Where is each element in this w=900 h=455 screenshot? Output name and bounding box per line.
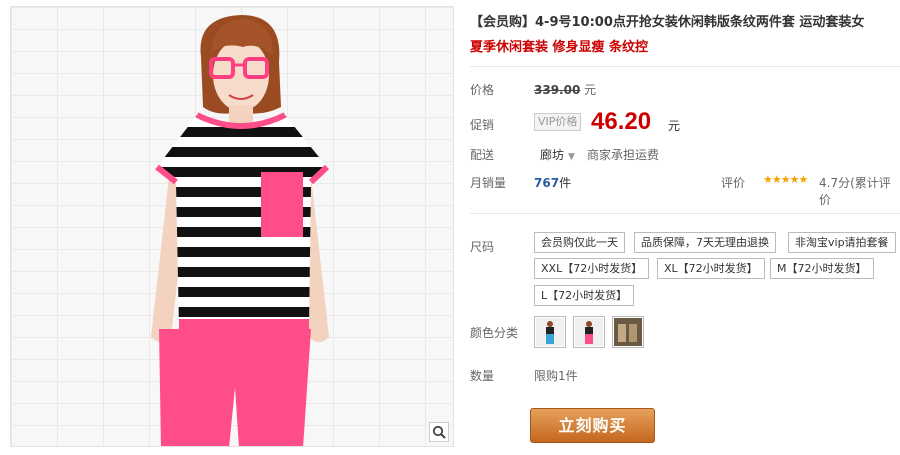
size-option[interactable]: 会员购仅此一天: [534, 232, 625, 253]
rating-score-value: 4.7分: [819, 176, 851, 190]
current-price: 46.20: [591, 108, 652, 135]
size-option[interactable]: XXL【72小时发货】: [534, 258, 650, 279]
divider: [470, 66, 900, 67]
rating-score[interactable]: 4.7分(累计评价: [819, 174, 900, 208]
size-option[interactable]: XL【72小时发货】: [657, 258, 765, 279]
original-price-value: 339.00: [534, 83, 581, 97]
product-title: 【会员购】4-9号10:00点开抢女装休闲韩版条纹两件套 运动套装女: [470, 15, 865, 30]
purchase-limit: 限购1件: [534, 369, 578, 383]
quantity-label: 数量: [470, 369, 495, 383]
product-image[interactable]: [10, 6, 454, 447]
delivery-label: 配送: [470, 148, 495, 162]
color-label: 颜色分类: [470, 326, 519, 340]
monthly-sales-label: 月销量: [470, 176, 507, 190]
color-swatch-khaki[interactable]: [612, 316, 644, 348]
product-subtitle: 夏季休闲套装 修身显瘦 条纹控: [470, 40, 649, 55]
size-option[interactable]: L【72小时发货】: [534, 285, 635, 306]
buy-now-button[interactable]: 立刻购买: [530, 408, 655, 443]
original-price-unit: 元: [584, 83, 597, 97]
model-illustration: [151, 15, 330, 446]
zoom-icon[interactable]: [429, 422, 449, 442]
color-swatch-blue[interactable]: [534, 316, 566, 348]
current-price-unit: 元: [668, 119, 681, 133]
product-detail-panel: 【会员购】4-9号10:00点开抢女装休闲韩版条纹两件套 运动套装女 夏季休闲套…: [470, 0, 900, 455]
product-page: 【会员购】4-9号10:00点开抢女装休闲韩版条纹两件套 运动套装女 夏季休闲套…: [0, 0, 900, 455]
shipping-note: 商家承担运费: [587, 148, 660, 162]
promo-label: 促销: [470, 118, 495, 132]
price-label: 价格: [470, 83, 495, 97]
size-option[interactable]: 非淘宝vip请拍套餐: [788, 232, 896, 253]
chevron-down-icon: ▼: [568, 152, 575, 162]
delivery-location: 廊坊: [540, 148, 565, 162]
divider: [470, 213, 900, 214]
sales-count: 767: [534, 176, 560, 190]
monthly-sales: 767件: [534, 174, 571, 191]
original-price: 339.00 元: [534, 81, 596, 98]
rating-stars-icon: ★★★★★: [763, 173, 808, 186]
size-option[interactable]: 品质保障，7天无理由退换: [634, 232, 776, 253]
vip-price-tag: VIP价格: [534, 113, 582, 131]
size-option[interactable]: M【72小时发货】: [770, 258, 874, 279]
color-swatch-pink[interactable]: [573, 316, 605, 348]
delivery-location-select[interactable]: 廊坊 ▼: [540, 146, 575, 163]
size-label: 尺码: [470, 240, 495, 254]
rating-label: 评价: [721, 176, 746, 190]
sales-unit: 件: [559, 176, 572, 190]
